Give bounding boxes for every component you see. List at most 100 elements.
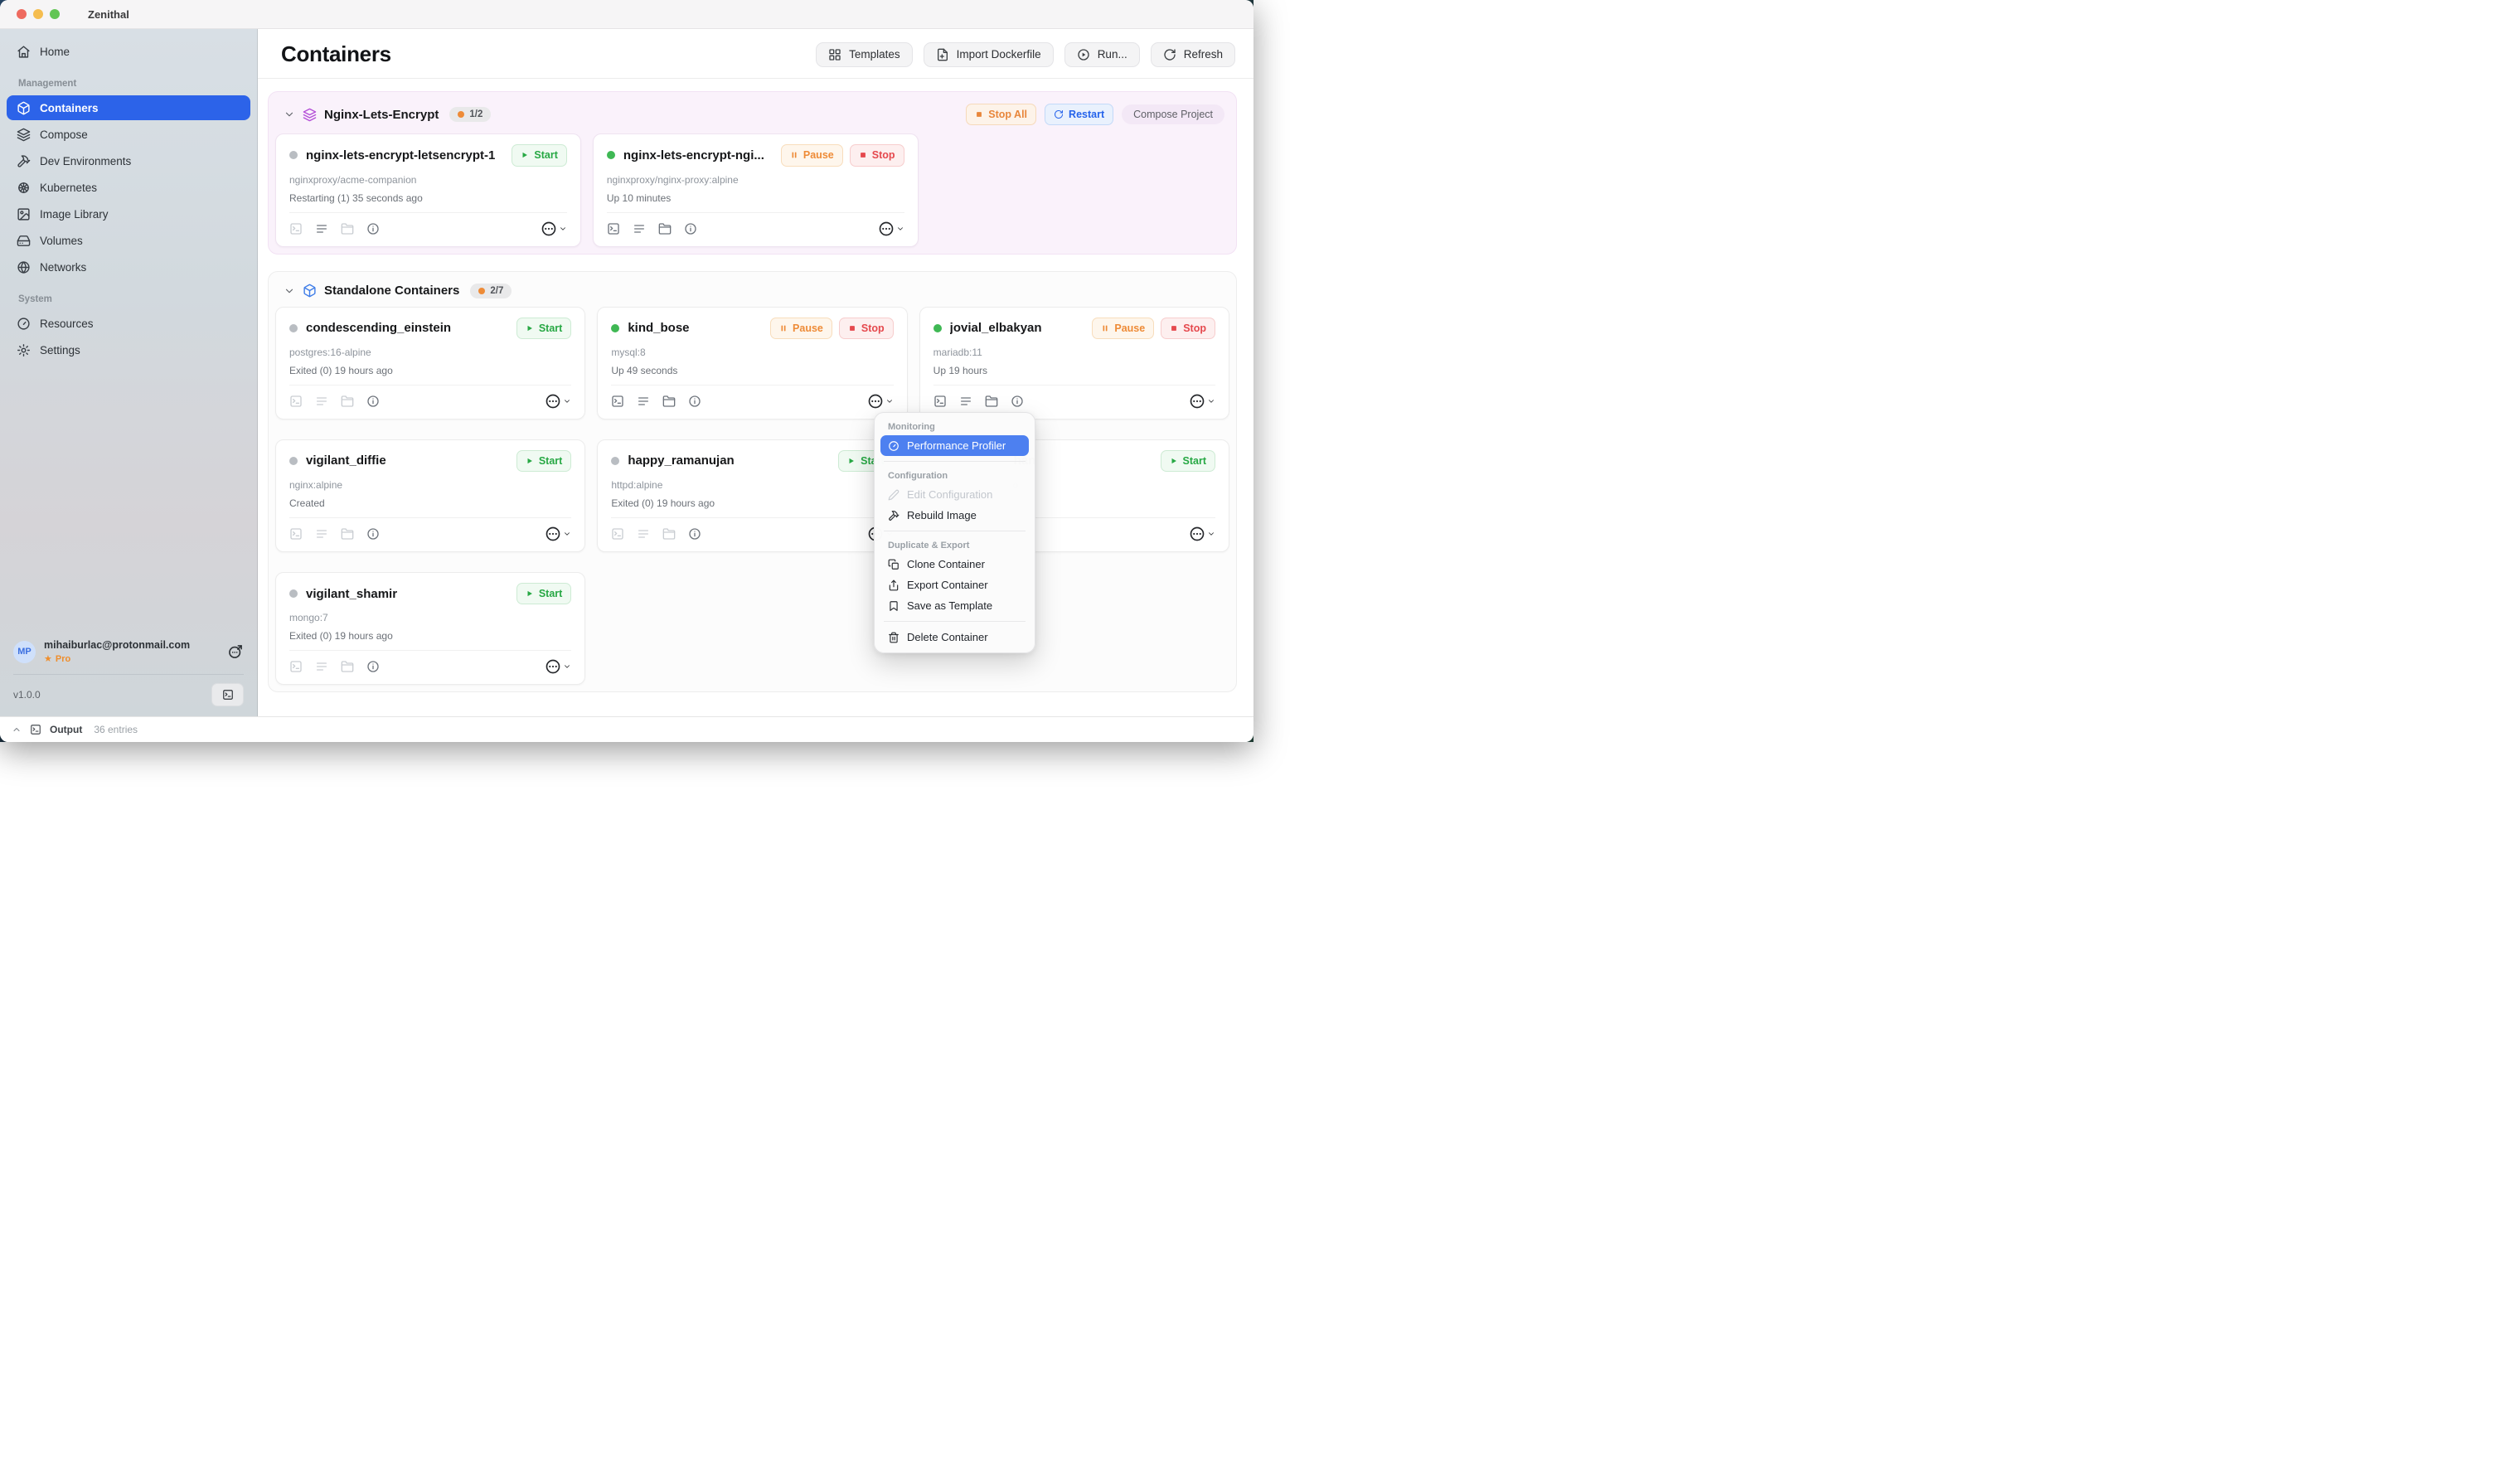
stop-button[interactable]: Stop [850,144,904,166]
ellipsis-circle-icon [867,393,884,410]
sidebar-item-volumes[interactable]: Volumes [7,228,250,253]
globe-icon [17,260,31,274]
info-icon[interactable] [366,395,380,408]
menu-item-save-as-template[interactable]: Save as Template [880,595,1029,616]
sidebar-item-kubernetes[interactable]: Kubernetes [7,175,250,200]
sidebar-item-networks[interactable]: Networks [7,255,250,279]
start-button[interactable]: Start [512,144,566,166]
collapse-chevron-icon[interactable] [284,109,295,120]
container-image: mariadb:11 [933,347,1215,358]
logs-icon[interactable] [637,395,650,408]
traffic-lights [0,9,60,19]
zoom-window-button[interactable] [50,9,60,19]
more-actions-button[interactable] [1189,393,1215,410]
info-icon[interactable] [366,660,380,673]
info-icon[interactable] [684,222,697,235]
more-actions-button[interactable] [867,393,894,410]
window-title: Zenithal [88,8,129,21]
menu-item-export-container[interactable]: Export Container [880,575,1029,595]
import-dockerfile-button[interactable]: Import Dockerfile [924,42,1054,67]
titlebar: Zenithal [0,0,1254,29]
info-icon[interactable] [1011,395,1024,408]
files-folder-icon[interactable] [658,222,672,235]
stop-button[interactable]: Stop [1161,318,1215,339]
pencil-icon [888,489,900,501]
group-title: Standalone Containers [324,284,459,298]
menu-item-clone-container[interactable]: Clone Container [880,554,1029,575]
divider [884,621,1026,622]
chevron-down-icon [563,662,571,671]
sidebar-item-resources[interactable]: Resources [7,311,250,336]
container-name: happy_ramanujan [628,453,734,468]
pause-button[interactable]: Pause [781,144,843,166]
stop-square-icon [1170,324,1178,332]
status-dot [607,151,615,159]
info-icon[interactable] [366,222,380,235]
more-actions-button[interactable] [545,526,571,542]
avatar: MP [13,641,36,663]
files-folder-icon[interactable] [662,395,676,408]
play-icon [526,457,534,465]
sidebar-item-dev-environments[interactable]: Dev Environments [7,148,250,173]
restart-icon [1054,109,1064,119]
info-icon[interactable] [688,527,701,541]
start-button[interactable]: Start [516,450,571,472]
minimize-window-button[interactable] [33,9,43,19]
container-image: nginx:alpine [289,479,571,491]
pause-button[interactable]: Pause [1092,318,1154,339]
collapse-chevron-icon[interactable] [284,285,295,297]
hammer-icon [888,510,900,521]
stop-button[interactable]: Stop [839,318,894,339]
sidebar-item-home[interactable]: Home [7,39,250,64]
menu-item-rebuild-image[interactable]: Rebuild Image [880,505,1029,526]
logs-icon [637,527,650,541]
container-name: vigilant_diffie [306,453,386,468]
start-button[interactable]: Start [516,583,571,604]
logs-icon[interactable] [315,222,328,235]
trash-icon [888,632,900,643]
terminal-button[interactable] [211,683,244,706]
more-actions-button[interactable] [545,393,571,410]
info-icon[interactable] [688,395,701,408]
sidebar-item-compose[interactable]: Compose [7,122,250,147]
container-status: Up 49 seconds [611,365,893,376]
more-actions-button[interactable] [878,221,904,237]
app-window: Zenithal Home Management Containers Comp… [0,0,1254,742]
refresh-button[interactable]: Refresh [1151,42,1235,67]
refresh-icon [1163,48,1176,61]
exec-terminal-icon[interactable] [611,395,624,408]
more-actions-button[interactable] [541,221,567,237]
logs-icon[interactable] [633,222,646,235]
start-button[interactable]: Start [1161,450,1215,472]
more-actions-button[interactable] [545,658,571,675]
start-button[interactable]: Start [516,318,571,339]
logs-icon[interactable] [959,395,972,408]
status-dot [933,324,942,332]
restart-button[interactable]: Restart [1045,104,1113,125]
sidebar-item-settings[interactable]: Settings [7,337,250,362]
chevron-down-icon [896,225,904,233]
output-panel-toggle[interactable]: Output [12,724,82,735]
info-icon[interactable] [366,527,380,541]
exec-terminal-icon [289,222,303,235]
container-card-vigilant-diffie: vigilant_diffie Start nginx:alpine [275,439,585,552]
files-folder-icon [341,395,354,408]
exec-terminal-icon[interactable] [607,222,620,235]
pause-button[interactable]: Pause [770,318,832,339]
stop-square-icon [848,324,856,332]
sidebar-item-containers[interactable]: Containers [7,95,250,120]
divider [611,517,893,518]
files-folder-icon[interactable] [985,395,998,408]
stop-all-button[interactable]: Stop All [966,104,1036,125]
sign-out-icon[interactable] [227,643,244,660]
templates-button[interactable]: Templates [816,42,913,67]
exec-terminal-icon[interactable] [933,395,947,408]
menu-item-performance-profiler[interactable]: Performance Profiler [880,435,1029,456]
more-actions-button[interactable] [1189,526,1215,542]
run-button[interactable]: Run... [1064,42,1140,67]
menu-item-delete-container[interactable]: Delete Container [880,627,1029,647]
close-window-button[interactable] [17,9,27,19]
play-circle-icon [1077,48,1090,61]
sidebar-item-image-library[interactable]: Image Library [7,201,250,226]
running-count-badge: 1/2 [449,107,491,122]
